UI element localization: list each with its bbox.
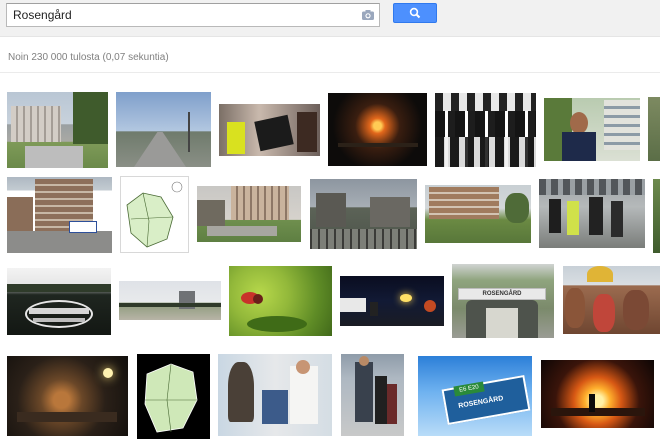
results-stats: Noin 230 000 tulosta (0,07 sekuntia) [8,52,169,63]
image-result-courtyard-buildings[interactable] [197,186,301,242]
map-drawing-black [144,363,198,433]
image-result-edge-green-2[interactable] [653,179,660,253]
image-result-blocks-lawn[interactable] [425,185,531,243]
image-result-woman-doctor[interactable] [218,354,332,436]
search-input[interactable] [7,4,357,26]
top-bar [0,0,660,37]
image-result-veiled-women-rows[interactable] [435,93,536,167]
image-result-man-portrait[interactable] [544,98,640,161]
image-result-road-sign[interactable]: E6 E20 ROSENGÅRD [418,356,532,436]
image-result-car-fire-night[interactable] [541,360,654,428]
image-result-empty-road[interactable] [116,92,211,167]
image-result-apartment-parking-police[interactable] [7,177,112,253]
image-result-peacock-butterfly[interactable] [229,266,332,336]
image-result-district-map-black[interactable] [137,354,210,439]
camera-icon[interactable] [361,8,375,22]
magnifier-icon [409,7,421,19]
image-result-father-children[interactable] [341,354,404,436]
image-result-edge-green[interactable] [648,97,660,161]
search-button[interactable] [393,3,437,23]
image-result-night-fire[interactable] [328,93,427,166]
image-result-tower-blocks-road[interactable] [7,92,108,168]
image-result-buildings-fence[interactable] [310,179,417,249]
image-result-distant-tower[interactable] [119,281,221,320]
image-result-football-pitch-zlatan[interactable] [7,268,111,335]
underpass-sign-text: ROSENGÅRD [482,291,522,297]
image-result-police-cars-night[interactable] [340,276,444,326]
image-result-hezbollah-protest-sign[interactable] [219,104,320,156]
image-result-district-map[interactable] [120,176,189,253]
image-result-burning-night[interactable] [7,356,128,436]
search-box[interactable] [6,3,380,27]
image-result-protest-dome[interactable] [563,266,660,334]
divider [0,72,660,73]
image-result-riot-police-street[interactable] [539,179,645,248]
image-result-rosengard-underpass[interactable]: ROSENGÅRD [452,264,554,338]
map-drawing [126,181,183,248]
